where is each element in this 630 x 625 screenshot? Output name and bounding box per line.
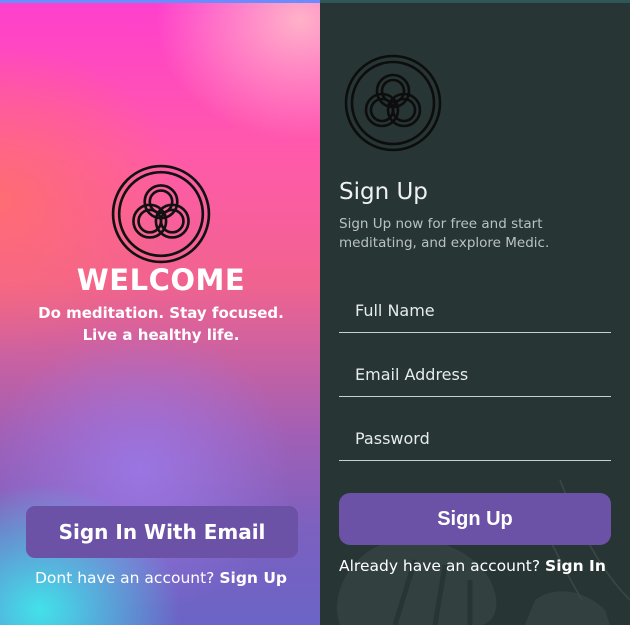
full-name-placeholder: Full Name — [355, 301, 435, 320]
app-screens: WELCOME Do meditation. Stay focused. Liv… — [0, 0, 630, 625]
meditation-logo-icon — [344, 54, 442, 152]
tagline-line-1: Do meditation. Stay focused. — [38, 304, 284, 322]
no-account-text: Dont have an account? — [34, 569, 215, 587]
welcome-heading: WELCOME — [76, 263, 246, 297]
top-accent-bar — [0, 0, 320, 3]
meditation-logo-icon — [111, 164, 211, 264]
email-field[interactable]: Email Address — [339, 352, 611, 397]
page-title: Sign Up — [339, 179, 428, 205]
signin-prompt: Already have an account? Sign In — [339, 557, 630, 575]
sign-in-with-email-button[interactable]: Sign In With Email — [26, 506, 298, 558]
have-account-text: Already have an account? — [339, 557, 541, 575]
email-placeholder: Email Address — [355, 365, 469, 384]
full-name-field[interactable]: Full Name — [339, 288, 611, 333]
sign-up-button[interactable]: Sign Up — [339, 493, 611, 545]
sign-up-link[interactable]: Sign Up — [219, 569, 287, 587]
password-field[interactable]: Password — [339, 416, 611, 461]
tagline-line-2: Live a healthy life. — [82, 326, 240, 344]
welcome-tagline: Do meditation. Stay focused. Live a heal… — [0, 302, 320, 346]
signup-screen: Sign Up Sign Up now for free and start m… — [320, 0, 630, 625]
welcome-screen: WELCOME Do meditation. Stay focused. Liv… — [0, 0, 320, 625]
signup-prompt: Dont have an account? Sign Up — [0, 569, 320, 587]
password-placeholder: Password — [355, 429, 430, 448]
sign-in-link[interactable]: Sign In — [545, 557, 606, 575]
page-subtitle: Sign Up now for free and start meditatin… — [339, 216, 550, 251]
